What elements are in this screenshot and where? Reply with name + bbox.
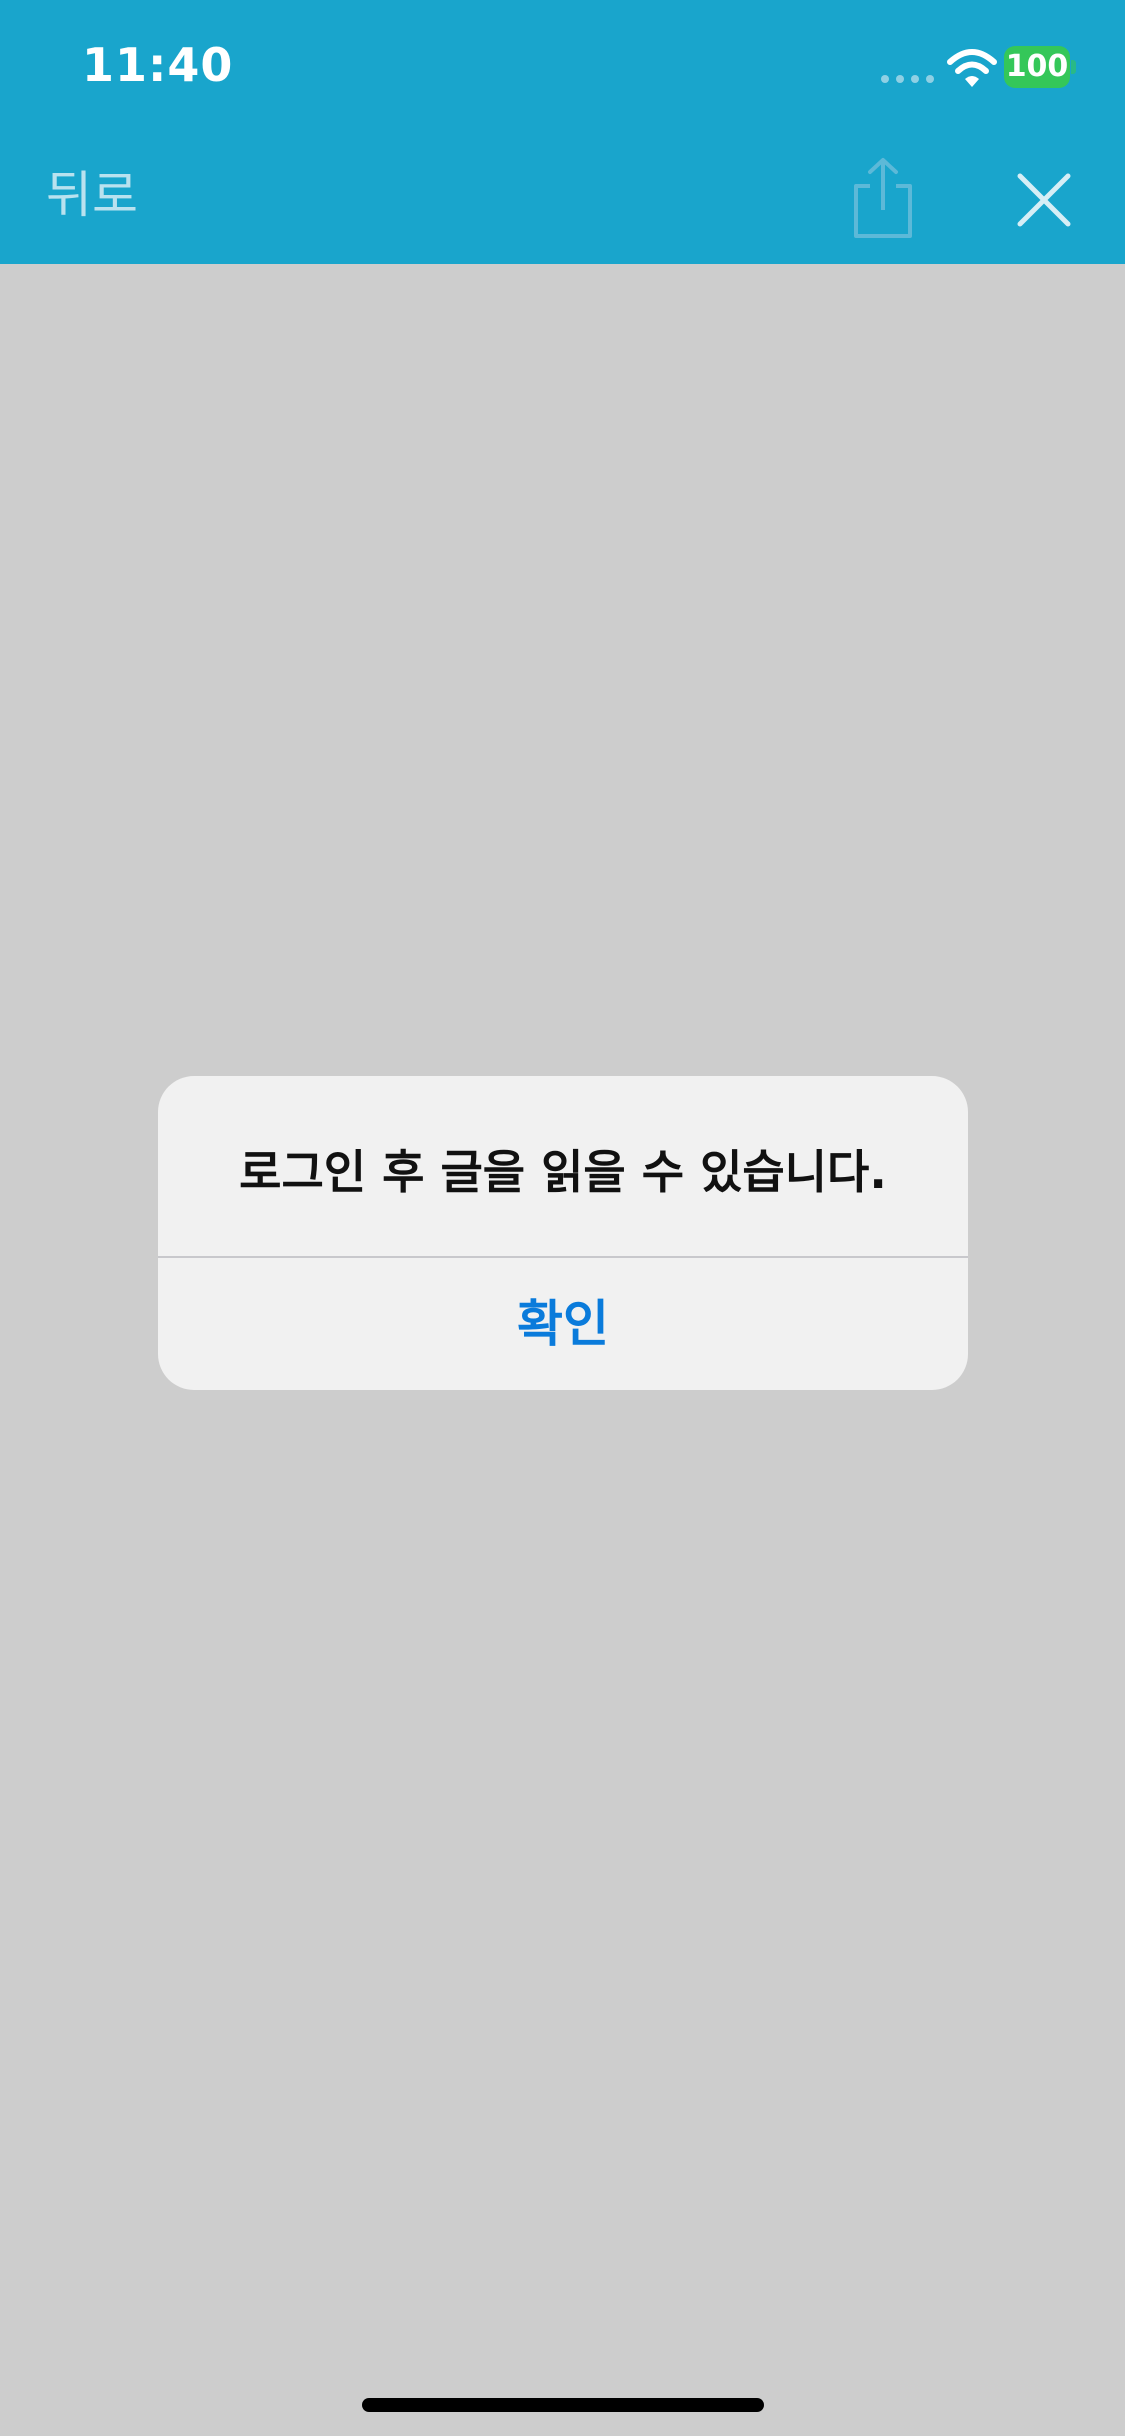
battery-icon: 100 bbox=[1004, 46, 1076, 88]
alert-message: 로그인 후 글을 읽을 수 있습니다. bbox=[239, 1145, 887, 1199]
status-time: 11:40 bbox=[82, 38, 234, 92]
signal-dots-icon bbox=[881, 75, 934, 83]
battery-level: 100 bbox=[1005, 49, 1069, 84]
alert-dialog: 로그인 후 글을 읽을 수 있습니다. 확인 bbox=[158, 1076, 968, 1390]
status-bar: 11:40 100 bbox=[0, 0, 1125, 130]
home-indicator[interactable] bbox=[362, 2398, 764, 2412]
nav-bar: 뒤로 bbox=[0, 130, 1125, 264]
wifi-icon bbox=[947, 49, 997, 87]
close-icon[interactable] bbox=[1014, 170, 1074, 230]
confirm-button[interactable]: 확인 bbox=[158, 1258, 968, 1390]
share-icon[interactable] bbox=[848, 156, 918, 242]
back-button[interactable]: 뒤로 bbox=[46, 160, 138, 230]
